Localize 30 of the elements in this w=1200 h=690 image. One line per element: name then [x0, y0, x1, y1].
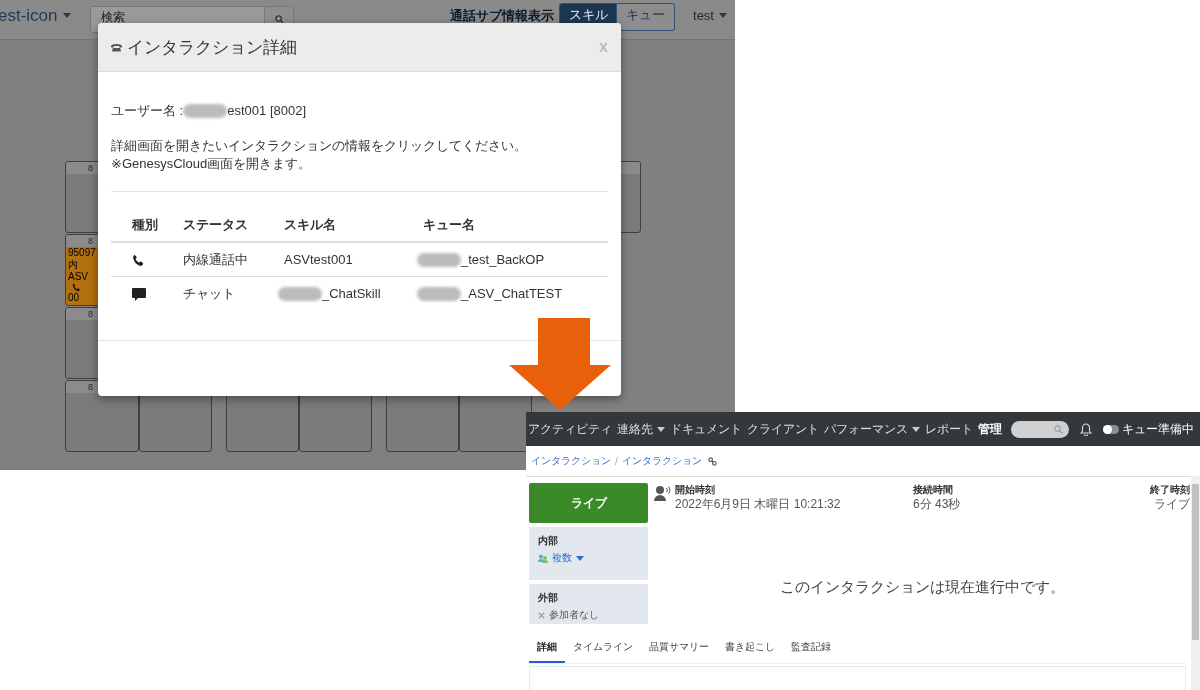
status-message: このインタラクションは現在進行中です。 [778, 578, 1066, 597]
instruction-text: ※GenesysCloud画面を開きます。 [111, 155, 313, 173]
seat-number: 8 [88, 381, 93, 393]
participant-title: 外部 [538, 591, 559, 605]
instruction-text: 詳細画面を開きたいインタラクションの情報をクリックしてください。 [111, 137, 528, 155]
seat-number: 8 [88, 308, 93, 320]
info-label: 接続時間 [913, 483, 954, 497]
column-header: キュー名 [402, 208, 608, 242]
seat-time: 00 [68, 292, 80, 304]
seat-number: 8 [88, 162, 93, 174]
column-header: 種別 [111, 208, 162, 242]
column-header: ステータス [162, 208, 263, 242]
info-label: 終了時刻 [1150, 483, 1190, 497]
dialog-title: インタラクション詳細 [127, 36, 297, 59]
seat-text: ASV [68, 271, 88, 283]
sub-info-label: 通話サブ情報表示 [450, 6, 555, 25]
participant-title: 内部 [538, 534, 559, 548]
participant-value: 参加者なし [549, 608, 599, 622]
info-value: 2022年6月9日 木曜日 10:21:32 [675, 497, 842, 511]
toggle-label: キュー準備中 [1122, 420, 1194, 438]
info-value: 6分 43秒 [913, 497, 962, 511]
user-name-label: ユーザー名 : [111, 102, 184, 120]
column-header: スキル名 [263, 208, 402, 242]
info-label: 開始時刻 [675, 483, 716, 497]
user-name-value: est001 [8002] [227, 102, 307, 120]
breadcrumb-separator: / [615, 455, 618, 467]
info-value: ライブ [1153, 497, 1190, 511]
seat-number: 8 [88, 235, 93, 247]
seat-text: 内 [68, 259, 78, 271]
seat-text: 95097 [68, 247, 96, 259]
